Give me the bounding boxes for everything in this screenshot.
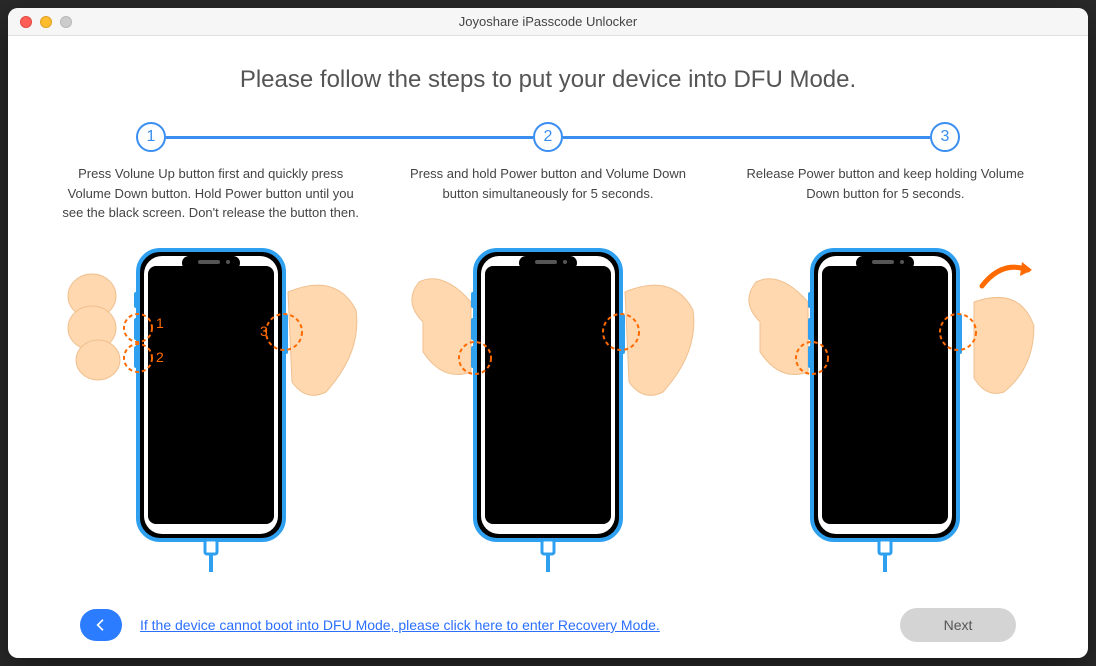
step-column-3: Release Power button and keep holding Vo… (727, 164, 1044, 592)
step-3-description: Release Power button and keep holding Vo… (727, 164, 1044, 224)
step-indicator: 1 2 3 (52, 122, 1044, 152)
titlebar: Joyoshare iPasscode Unlocker (8, 8, 1088, 36)
step-connector (563, 136, 930, 139)
step-3-illustration (727, 232, 1044, 572)
arrow-left-icon (93, 617, 109, 633)
step-column-1: Press Volune Up button first and quickly… (52, 164, 369, 592)
step-2-illustration (389, 232, 706, 572)
steps-row: Press Volune Up button first and quickly… (52, 164, 1044, 592)
step-badge-1: 1 (136, 122, 166, 152)
step-1-description: Press Volune Up button first and quickly… (52, 164, 369, 224)
recovery-mode-link[interactable]: If the device cannot boot into DFU Mode,… (140, 617, 660, 633)
footer-bar: If the device cannot boot into DFU Mode,… (52, 592, 1044, 658)
close-icon[interactable] (20, 16, 32, 28)
phone-illustration-3-icon (730, 232, 1040, 572)
minimize-icon[interactable] (40, 16, 52, 28)
content-area: Please follow the steps to put your devi… (8, 36, 1088, 658)
window-title: Joyoshare iPasscode Unlocker (459, 14, 637, 29)
step-connector (166, 136, 533, 139)
step-2-description: Press and hold Power button and Volume D… (389, 164, 706, 224)
maximize-icon (60, 16, 72, 28)
svg-text:3: 3 (260, 323, 268, 339)
page-title: Please follow the steps to put your devi… (52, 66, 1044, 94)
svg-text:2: 2 (156, 349, 164, 365)
next-button[interactable]: Next (900, 608, 1016, 642)
window-controls (20, 16, 72, 28)
step-badge-3: 3 (930, 122, 960, 152)
step-1-illustration: 1 2 3 (52, 232, 369, 572)
step-badge-2: 2 (533, 122, 563, 152)
app-window: Joyoshare iPasscode Unlocker Please foll… (8, 8, 1088, 658)
step-column-2: Press and hold Power button and Volume D… (389, 164, 706, 592)
back-button[interactable] (80, 609, 122, 641)
phone-illustration-2-icon (393, 232, 703, 572)
phone-illustration-1-icon: 1 2 3 (56, 232, 366, 572)
svg-text:1: 1 (156, 315, 164, 331)
